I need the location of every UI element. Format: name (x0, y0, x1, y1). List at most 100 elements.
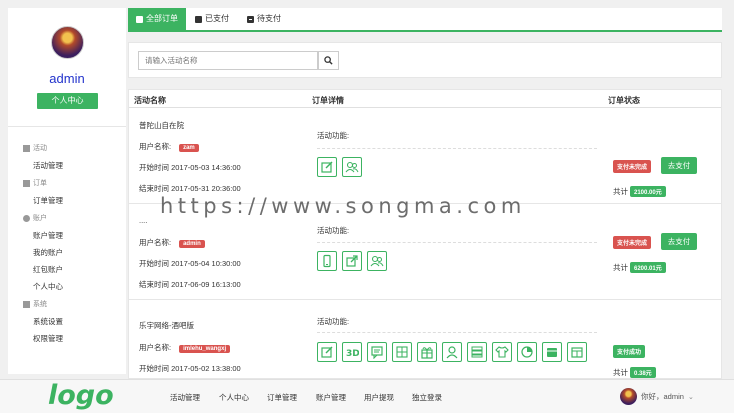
sidebar-divider (8, 126, 126, 127)
table-row: .... 用户名称: admin 开始时间 2017-05-04 10:30:00… (129, 204, 721, 300)
chevron-down-icon: ⌄ (687, 393, 694, 401)
divider (317, 332, 597, 333)
tab-label: 已支付 (205, 14, 229, 23)
comment-icon[interactable] (367, 342, 387, 362)
divider (317, 242, 597, 243)
user-line: 用户名称: imlehu_wangxj (139, 342, 231, 353)
pay-button[interactable]: 去支付 (661, 233, 697, 250)
sidebar-group-label: 系统 (33, 301, 47, 308)
bottom-nav-accounts[interactable]: 账户管理 (316, 392, 346, 403)
user-badge: imlehu_wangxj (179, 345, 231, 353)
gift-icon[interactable] (417, 342, 437, 362)
tab-label: 全部订单 (146, 14, 178, 23)
sidebar-group-order: 订单 (8, 177, 126, 190)
search-panel (128, 42, 722, 78)
order-tabs: 全部订单 已支付 待支付 (128, 8, 722, 32)
user-icon[interactable] (442, 342, 462, 362)
stamp-icon[interactable] (392, 342, 412, 362)
bottom-nav-bar: logo 活动管理 个人中心 订单管理 账户管理 用户提现 独立登录 你好，ad… (0, 379, 734, 413)
profile-button[interactable]: 个人中心 (37, 93, 98, 109)
table-header: 活动名称 订单详情 订单状态 (129, 90, 721, 108)
bottom-nav-profile[interactable]: 个人中心 (219, 392, 249, 403)
sidebar-menu: 活动 活动管理 订单 订单管理 账户 账户管理 我的账户 红包账户 个人中心 系… (8, 142, 126, 350)
shirt-icon[interactable] (492, 342, 512, 362)
edit-icon[interactable] (317, 342, 337, 362)
table-row: 普陀山自在院 用户名称: zam 开始时间 2017-05-03 14:36:00… (129, 108, 721, 204)
watermark-text: https://www.songma.com (160, 194, 526, 218)
pie-chart-icon[interactable] (517, 342, 537, 362)
header-order-detail: 订单详情 (312, 96, 344, 105)
status-badge: 支付成功 (613, 345, 646, 358)
activity-title: 普陀山自在院 (139, 121, 184, 130)
sidebar-item-activity-manage[interactable]: 活动管理 (8, 160, 126, 172)
checkbox-icon (195, 15, 202, 23)
document-icon (23, 180, 30, 187)
user-label: 用户名称: (139, 343, 172, 352)
sidebar-group-activity: 活动 (8, 142, 126, 155)
sidebar-item-order-manage[interactable]: 订单管理 (8, 195, 126, 207)
total-label: 共计 (613, 263, 628, 272)
tab-pending[interactable]: 待支付 (238, 8, 290, 30)
logo[interactable]: logo (48, 380, 114, 411)
wallet-icon[interactable] (542, 342, 562, 362)
activity-title: 乐宇网络-酒吧版 (139, 321, 194, 330)
user-menu[interactable]: 你好，admin ⌄ (620, 388, 694, 405)
user-icon (23, 215, 30, 222)
mobile-icon[interactable] (317, 251, 337, 271)
sidebar-item-account-manage[interactable]: 账户管理 (8, 230, 126, 242)
function-label: 活动功能: (317, 131, 350, 140)
sidebar-group-label: 活动 (33, 145, 47, 152)
header-order-status: 订单状态 (608, 96, 640, 105)
start-time: 开始时间 2017-05-02 13:38:00 (139, 364, 241, 373)
sidebar: admin 个人中心 活动 活动管理 订单 订单管理 账户 账户管理 我的账户 … (8, 8, 126, 374)
bottom-nav-withdraw[interactable]: 用户提现 (364, 392, 394, 403)
bottom-nav-orders[interactable]: 订单管理 (267, 392, 297, 403)
3d-icon[interactable]: 3D (342, 342, 362, 362)
search-input[interactable] (138, 51, 318, 70)
header-activity-name: 活动名称 (134, 96, 166, 105)
sidebar-item-profile[interactable]: 个人中心 (8, 281, 126, 293)
settings-icon (23, 301, 30, 308)
users-icon[interactable] (342, 157, 362, 177)
sidebar-group-system: 系统 (8, 298, 126, 311)
start-time: 开始时间 2017-05-04 10:30:00 (139, 259, 241, 268)
edit-icon[interactable] (317, 157, 337, 177)
user-badge: zam (179, 144, 199, 152)
divider (317, 148, 597, 149)
amount-badge: 0.38元 (630, 367, 656, 378)
amount-badge: 6200.01元 (630, 262, 666, 273)
tab-all-orders[interactable]: 全部订单 (128, 8, 186, 30)
end-time: 结束时间 2017-05-31 20:36:00 (139, 184, 241, 193)
activity-title: .... (139, 216, 148, 225)
total-line: 共计 2100.00元 (613, 186, 666, 197)
user-greeting: 你好，admin (641, 392, 684, 401)
user-label: 用户名称: (139, 238, 172, 247)
document-icon (23, 145, 30, 152)
share-icon[interactable] (342, 251, 362, 271)
status-badge: 支付未完成 (613, 160, 652, 173)
bottom-nav-login[interactable]: 独立登录 (412, 392, 442, 403)
search-icon (324, 56, 333, 65)
tab-label: 待支付 (257, 14, 281, 23)
sidebar-item-my-account[interactable]: 我的账户 (8, 247, 126, 259)
sidebar-item-permissions[interactable]: 权限管理 (8, 333, 126, 345)
calendar-icon[interactable] (567, 342, 587, 362)
sidebar-item-redpacket-account[interactable]: 红包账户 (8, 264, 126, 276)
sidebar-group-account: 账户 (8, 212, 126, 225)
start-time: 开始时间 2017-05-03 14:36:00 (139, 163, 241, 172)
avatar (620, 388, 637, 405)
avatar[interactable] (51, 26, 84, 59)
pay-button[interactable]: 去支付 (661, 157, 697, 174)
tab-paid[interactable]: 已支付 (186, 8, 238, 30)
user-badge: admin (179, 240, 205, 248)
users-icon[interactable] (367, 251, 387, 271)
function-label: 活动功能: (317, 317, 350, 326)
list-icon[interactable] (467, 342, 487, 362)
search-button[interactable] (318, 51, 339, 70)
orders-table: 活动名称 订单详情 订单状态 普陀山自在院 用户名称: zam 开始时间 2017… (128, 89, 722, 379)
sidebar-item-system-settings[interactable]: 系统设置 (8, 316, 126, 328)
bottom-nav-activity[interactable]: 活动管理 (170, 392, 200, 403)
sidebar-group-label: 订单 (33, 180, 47, 187)
sidebar-group-label: 账户 (33, 215, 47, 222)
list-icon (136, 15, 143, 23)
